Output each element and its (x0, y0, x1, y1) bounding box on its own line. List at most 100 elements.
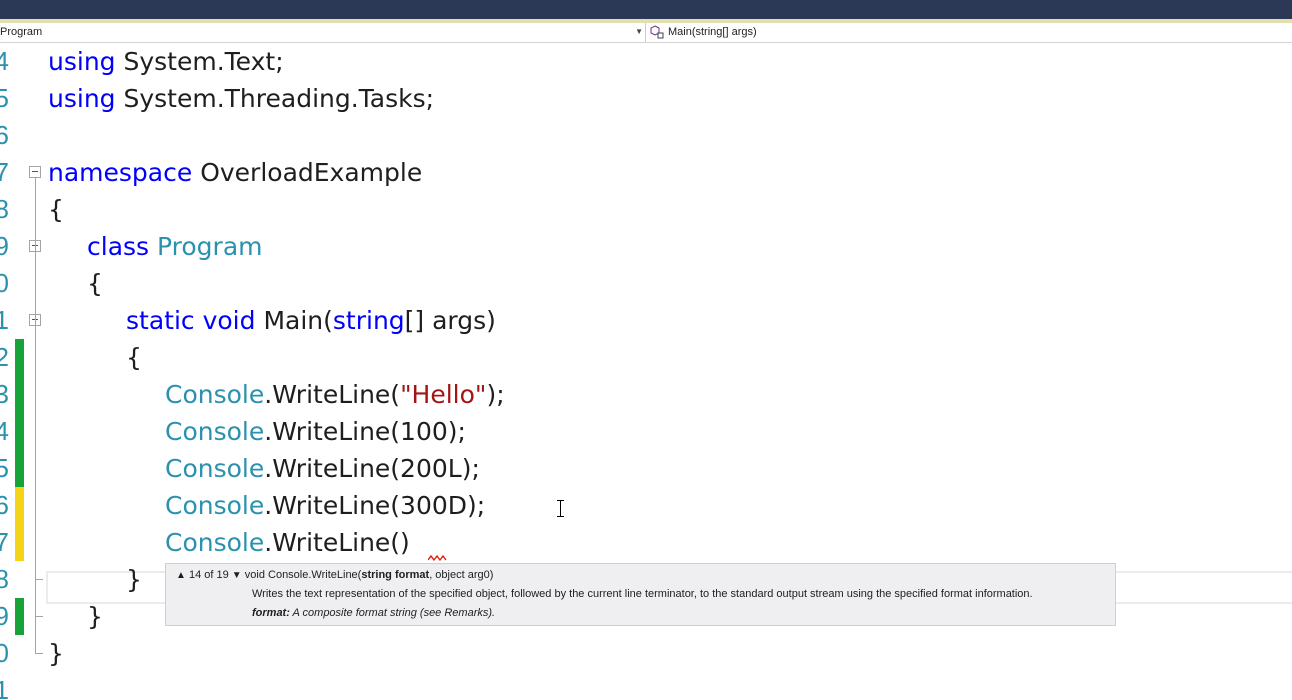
code-text: { (48, 191, 64, 228)
line-number: 9 (0, 601, 9, 631)
code-text: static void Main(string[] args) (126, 302, 496, 339)
code-token: System.Text; (115, 47, 284, 76)
dropdown-arrow-icon[interactable]: ▼ (635, 27, 643, 36)
line-number: 8 (0, 194, 9, 224)
code-token: [] args) (404, 306, 496, 335)
line-number: 9 (0, 231, 9, 261)
code-line[interactable]: 8{ (0, 191, 1292, 228)
code-token: Console (165, 528, 265, 557)
line-number: 6 (0, 490, 9, 520)
parameter-info-tooltip: ▲ 14 of 19 ▼ void Console.WriteLine(stri… (165, 563, 1116, 626)
code-line[interactable]: 1 (0, 672, 1292, 700)
code-text: Console.WriteLine() (165, 524, 410, 561)
member-dropdown-label: Main(string[] args) (668, 26, 757, 38)
error-squiggle (428, 555, 447, 561)
code-token: { (87, 269, 103, 298)
code-token: Console (165, 417, 265, 446)
saved-change-marker (15, 413, 24, 450)
code-token: namespace (48, 158, 193, 187)
code-token: Console (165, 454, 265, 483)
code-line[interactable]: 5 Console.WriteLine(200L); (0, 450, 1292, 487)
parameter-documentation: format: A composite format string (see R… (252, 607, 495, 619)
parameter-description: A composite format string (see Remarks). (292, 607, 496, 619)
code-line[interactable]: 3 Console.WriteLine("Hello"); (0, 376, 1292, 413)
ibeam-cursor-icon (557, 500, 564, 517)
unsaved-change-marker (15, 487, 24, 524)
code-token: .WriteLine(100); (264, 417, 466, 446)
code-token: { (126, 343, 142, 372)
code-line[interactable]: 5 using System.Threading.Tasks; (0, 80, 1292, 117)
code-line[interactable]: 1 static void Main(string[] args) (0, 302, 1292, 339)
code-text: Console.WriteLine(100); (165, 413, 466, 450)
signature-row: ▲ 14 of 19 ▼ void Console.WriteLine(stri… (176, 569, 493, 581)
saved-change-marker (15, 450, 24, 487)
saved-change-marker (15, 598, 24, 635)
code-token: void (202, 306, 256, 335)
line-number: 8 (0, 564, 9, 594)
code-text: class Program (87, 228, 263, 265)
signature-suffix: , object arg0) (429, 569, 494, 581)
code-line[interactable]: 0} (0, 635, 1292, 672)
line-number: 1 (0, 675, 9, 700)
code-text: namespace OverloadExample (48, 154, 422, 191)
type-dropdown[interactable]: Program ▼ (0, 23, 646, 42)
line-number: 2 (0, 342, 9, 372)
code-text: } (87, 598, 103, 635)
saved-change-marker (15, 339, 24, 376)
code-text: using System.Threading.Tasks; (48, 80, 434, 117)
line-number: 1 (0, 305, 9, 335)
outline-guide-end (35, 653, 43, 654)
code-token: System.Threading.Tasks; (115, 84, 435, 113)
previous-overload-icon[interactable]: ▲ (176, 570, 186, 581)
line-number: 5 (0, 453, 9, 483)
code-token: Console (165, 380, 265, 409)
line-number: 5 (0, 83, 9, 113)
code-line[interactable]: 0{ (0, 265, 1292, 302)
code-token: string (332, 306, 405, 335)
navigation-bar: Program ▼ Main(string[] args) (0, 23, 1292, 43)
line-number: 7 (0, 527, 9, 557)
code-text: using System.Text; (48, 43, 284, 80)
code-line[interactable]: 4 Console.WriteLine(100); (0, 413, 1292, 450)
code-line[interactable]: 9 class Program (0, 228, 1292, 265)
code-line[interactable]: 6 Console.WriteLine(300D); (0, 487, 1292, 524)
outline-guide-end (35, 579, 43, 580)
outline-guide-end (35, 616, 43, 617)
collapse-toggle-icon[interactable] (29, 166, 41, 178)
method-icon (650, 25, 664, 39)
code-token: .WriteLine(300D); (264, 491, 486, 520)
line-number: 6 (0, 120, 9, 150)
overload-description: Writes the text representation of the sp… (252, 588, 1033, 600)
code-line[interactable]: 4 using System.Text; (0, 43, 1292, 80)
signature-prefix: void Console.WriteLine( (244, 569, 362, 581)
code-token: } (126, 565, 142, 594)
code-token: Main( (255, 306, 333, 335)
code-token: .WriteLine(200L); (264, 454, 480, 483)
code-text: { (126, 339, 142, 376)
line-number: 4 (0, 46, 9, 76)
code-text: } (48, 635, 64, 672)
member-dropdown[interactable]: Main(string[] args) (648, 23, 1292, 42)
overload-counter: 14 of 19 (188, 569, 229, 581)
window-titlebar (0, 0, 1292, 19)
unsaved-change-marker (15, 524, 24, 561)
code-token: Program (157, 232, 263, 261)
code-line[interactable]: 7 namespace OverloadExample (0, 154, 1292, 191)
code-line[interactable]: 7 Console.WriteLine() (0, 524, 1292, 561)
parameter-name: format: (252, 607, 290, 619)
line-number: 7 (0, 157, 9, 187)
code-text: Console.WriteLine(300D); (165, 487, 485, 524)
code-token: } (48, 639, 64, 668)
code-line[interactable]: 2{ (0, 339, 1292, 376)
code-token: OverloadExample (192, 158, 423, 187)
next-overload-icon[interactable]: ▼ (232, 570, 242, 581)
current-parameter: string format (361, 569, 430, 581)
code-token: using (48, 47, 116, 76)
code-line[interactable]: 6 (0, 117, 1292, 154)
line-number: 3 (0, 379, 9, 409)
code-token: .WriteLine( (264, 380, 401, 409)
code-token: class (87, 232, 150, 261)
code-token: "Hello" (400, 380, 487, 409)
